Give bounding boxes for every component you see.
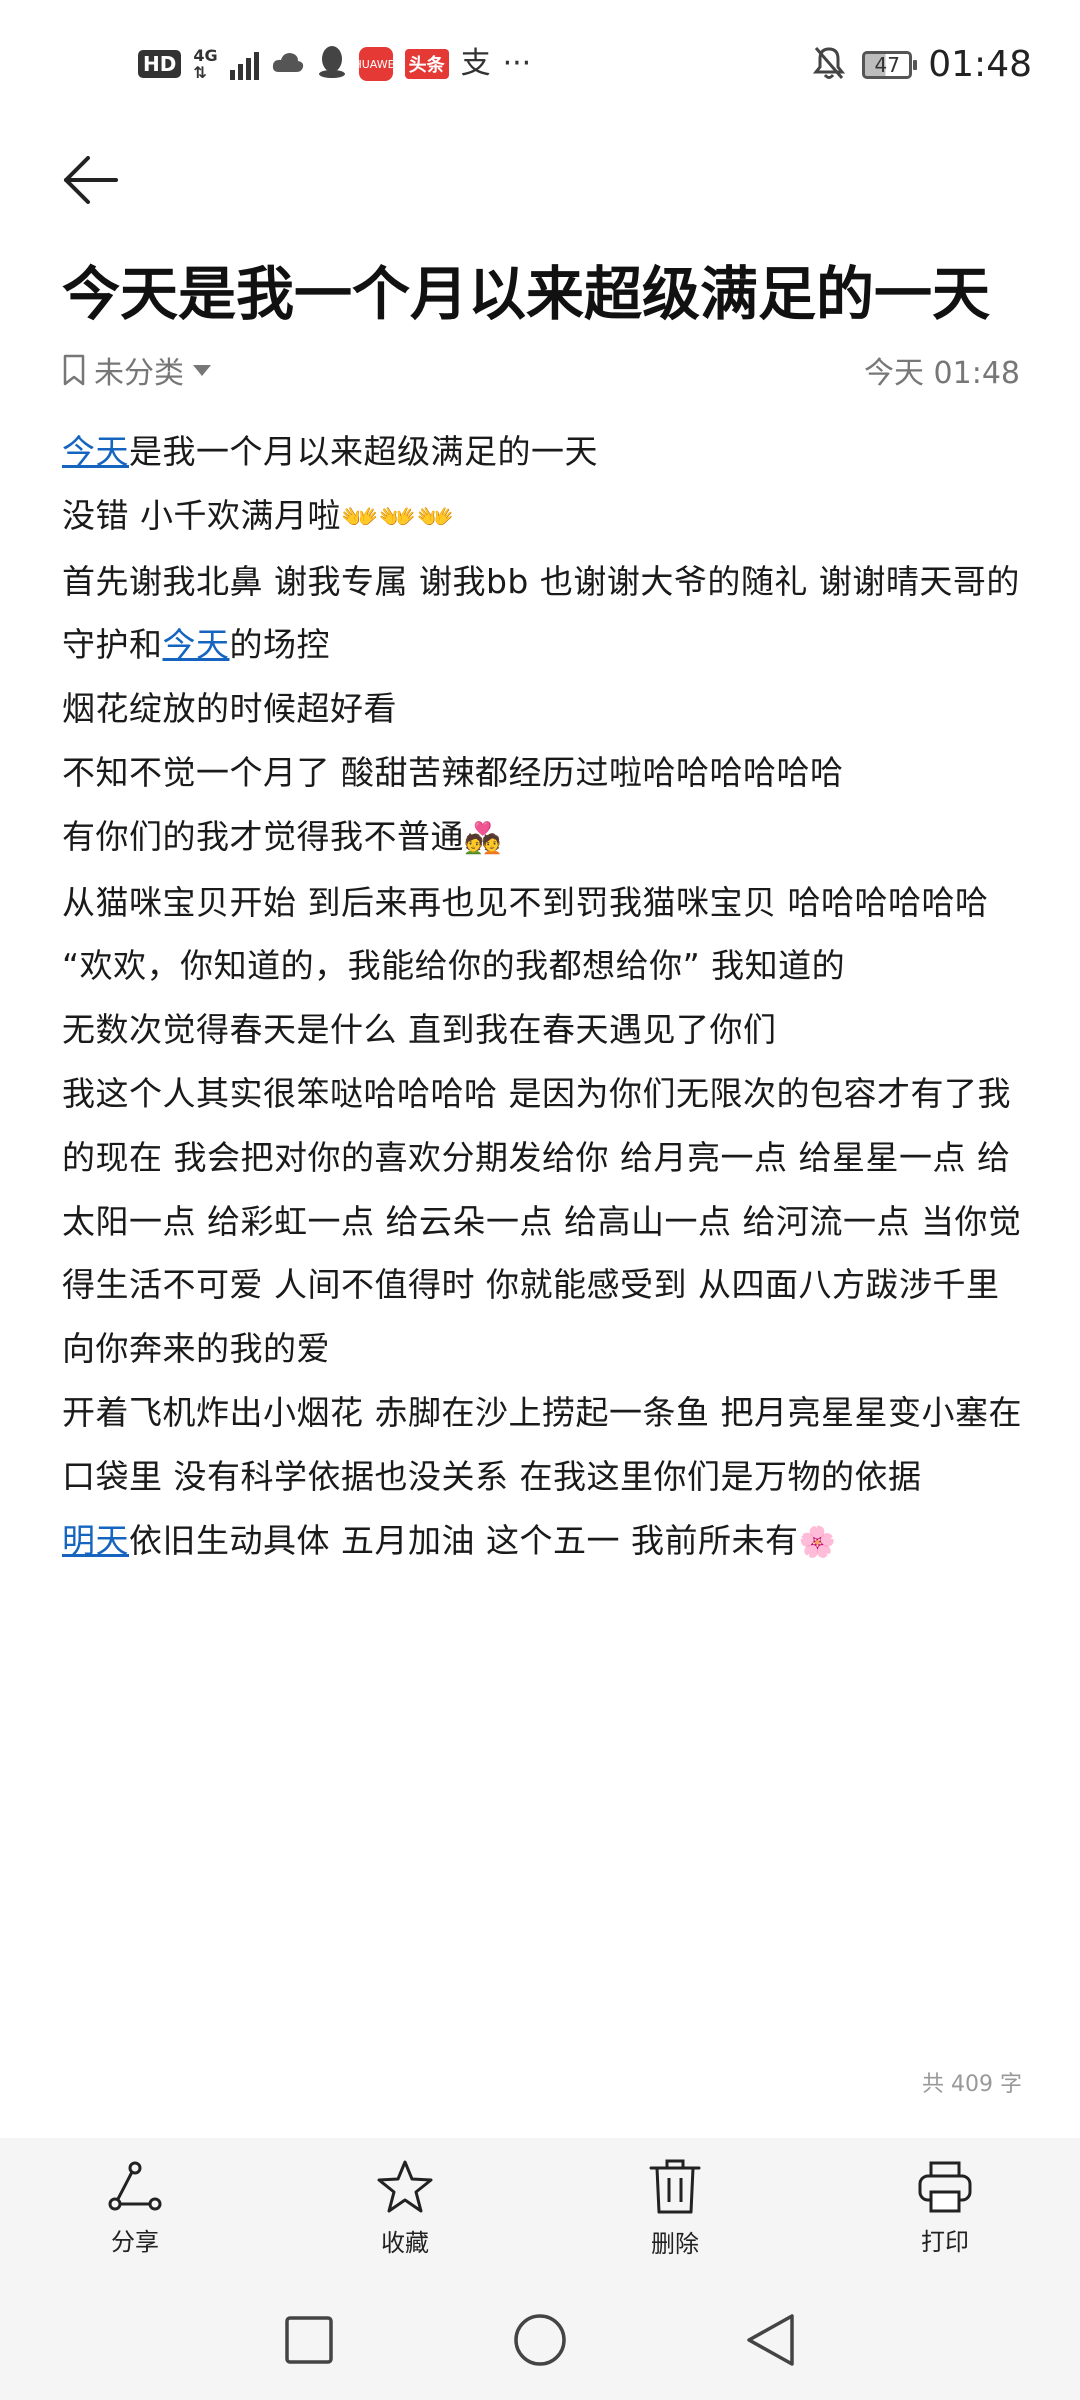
favorite-label: 收藏 <box>381 2228 429 2257</box>
paragraph: 首先谢我北鼻 谢我专属 谢我bb 也谢谢大爷的随礼 谢谢晴天哥的守护和今天的场控 <box>62 550 1024 678</box>
status-bar: HD 4G ⇅ HUAWEI 头条 支 ··· 47 01:48 <box>0 0 1080 130</box>
paragraph: 明天依旧生动具体 五月加油 这个五一 我前所未有🌸 <box>62 1509 1024 1575</box>
note-meta: 未分类 今天 01:48 <box>62 348 1020 392</box>
nav-circle-icon <box>514 2314 566 2366</box>
status-icons-right: 47 01:48 <box>812 44 1032 85</box>
emoji: 🌸 <box>798 1524 837 1560</box>
share-button[interactable]: 分享 <box>45 2160 225 2257</box>
paragraph: 无数次觉得春天是什么 直到我在春天遇见了你们 <box>62 1010 777 1050</box>
dropdown-icon <box>193 365 211 376</box>
date-link[interactable]: 今天 <box>163 625 230 664</box>
status-time: 01:48 <box>928 44 1032 85</box>
back-arrow-icon <box>64 156 118 204</box>
huawei-app-icon: HUAWEI <box>353 47 398 81</box>
printer-icon <box>918 2161 972 2212</box>
date-link[interactable]: 明天 <box>62 1521 129 1560</box>
emoji: 👐👐👐 <box>341 499 455 535</box>
text: 没错 小千欢满月啦 <box>62 495 341 535</box>
paragraph: “欢欢，你知道的，我能给你的我都想给你” 我知道的 <box>62 946 846 986</box>
note-title[interactable]: 今天是我一个月以来超级满足的一天 <box>62 252 1022 336</box>
hd-badge: HD <box>138 50 182 78</box>
star-icon <box>377 2160 433 2212</box>
print-button[interactable]: 打印 <box>855 2160 1035 2257</box>
category-selector[interactable]: 未分类 <box>62 348 212 392</box>
text: 是我一个月以来超级满足的一天 <box>129 432 598 471</box>
print-label: 打印 <box>921 2227 969 2256</box>
share-icon <box>108 2161 162 2210</box>
alipay-icon: 支 <box>460 46 491 81</box>
note-body[interactable]: 今天是我一个月以来超级满足的一天 没错 小千欢满月啦👐👐👐 首先谢我北鼻 谢我专… <box>62 420 1024 1574</box>
share-label: 分享 <box>111 2227 159 2256</box>
back-button[interactable] <box>58 148 122 212</box>
nav-back-button[interactable] <box>738 2308 802 2372</box>
paragraph: 从猫咪宝贝开始 到后来再也见不到罚我猫咪宝贝 哈哈哈哈哈哈 <box>62 882 989 922</box>
paragraph: 烟花绽放的时候超好看 <box>62 689 397 729</box>
more-notifications-icon: ··· <box>502 46 532 81</box>
bottom-toolbar: 分享 收藏 删除 打印 <box>0 2138 1080 2278</box>
delete-button[interactable]: 删除 <box>585 2158 765 2259</box>
paragraph: 不知不觉一个月了 酸甜苦辣都经历过啦哈哈哈哈哈哈 <box>62 752 844 792</box>
recents-button[interactable] <box>277 2308 341 2372</box>
text: 依旧生动具体 五月加油 这个五一 我前所未有 <box>129 1520 799 1560</box>
paragraph: 有你们的我才觉得我不普通💑 <box>62 805 1024 871</box>
system-nav-bar <box>0 2278 1080 2400</box>
network-type-label: 4G <box>193 46 218 65</box>
paragraph: 今天是我一个月以来超级满足的一天 <box>62 420 1024 484</box>
home-button[interactable] <box>508 2308 572 2372</box>
paragraph: 开着飞机炸出小烟花 赤脚在沙上捞起一条鱼 把月亮星星变小塞在口袋里 没有科学依据… <box>62 1392 1022 1496</box>
favorite-button[interactable]: 收藏 <box>315 2159 495 2258</box>
nav-triangle-icon <box>747 2314 794 2366</box>
paragraph: 我这个人其实很笨哒哈哈哈哈 是因为你们无限次的包容才有了我的现在 我会把对你的喜… <box>62 1073 1022 1369</box>
battery-icon: 47 <box>862 50 918 79</box>
toutiao-icon: 头条 <box>404 49 449 79</box>
date-link[interactable]: 今天 <box>62 432 129 471</box>
mute-bell-icon <box>812 45 846 85</box>
paragraph: 没错 小千欢满月啦👐👐👐 <box>62 484 1024 550</box>
nav-square-icon <box>285 2316 333 2364</box>
cloud-icon <box>271 50 305 78</box>
word-count: 共 409 字 <box>922 2072 1022 2097</box>
bookmark-icon <box>63 354 85 386</box>
signal-icon <box>229 48 259 80</box>
text: 有你们的我才觉得我不普通 <box>62 816 464 856</box>
network-activity: ⇅ <box>193 63 207 82</box>
delete-label: 删除 <box>651 2229 699 2258</box>
note-timestamp: 今天 01:48 <box>864 356 1020 391</box>
status-icons-left: HD 4G ⇅ HUAWEI 头条 支 ··· <box>138 44 531 84</box>
trash-icon <box>649 2159 701 2213</box>
emoji: 💑 <box>464 820 502 856</box>
qq-icon <box>317 44 347 84</box>
category-label: 未分类 <box>94 356 184 391</box>
network-type: 4G ⇅ <box>193 47 217 81</box>
text: 的场控 <box>229 625 330 665</box>
